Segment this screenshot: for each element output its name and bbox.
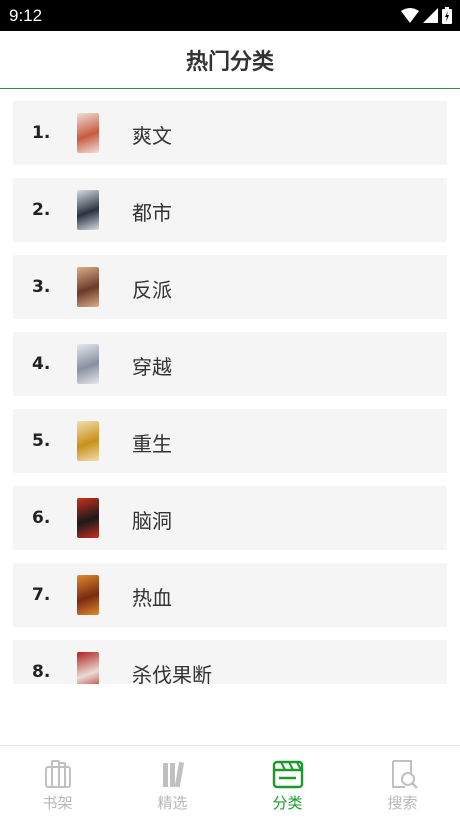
wifi-icon xyxy=(401,8,419,23)
category-cover-image xyxy=(77,190,99,230)
nav-label: 书架 xyxy=(42,794,73,812)
nav-item-search[interactable]: 搜索 xyxy=(345,746,460,819)
category-list[interactable]: 1. 爽文 2. 都市 3. 反派 4. 穿越 5. 重生 6. 脑洞 7. 热… xyxy=(0,90,460,684)
category-rank: 7. xyxy=(32,585,51,605)
battery-icon xyxy=(442,7,452,24)
category-rank: 6. xyxy=(32,508,51,528)
bottom-nav: 书架 精选 分类 搜索 xyxy=(0,745,460,819)
nav-item-bookshelf[interactable]: 书架 xyxy=(0,746,115,819)
nav-label: 搜索 xyxy=(387,794,418,812)
category-name: 重生 xyxy=(132,432,172,456)
category-cover-image xyxy=(77,575,99,615)
category-name: 爽文 xyxy=(132,124,172,148)
page-title: 热门分类 xyxy=(185,49,274,75)
category-item[interactable]: 2. 都市 xyxy=(13,178,447,242)
category-cover-image xyxy=(77,652,99,684)
category-name: 反派 xyxy=(132,278,172,302)
category-cover-image xyxy=(77,344,99,384)
page-header: 热门分类 xyxy=(0,31,460,89)
status-time: 9:12 xyxy=(9,6,43,25)
category-item[interactable]: 7. 热血 xyxy=(13,563,447,627)
bookshelf-icon xyxy=(44,760,71,788)
nav-label: 分类 xyxy=(272,794,303,812)
category-rank: 1. xyxy=(32,123,51,143)
signal-icon xyxy=(423,8,438,23)
category-item[interactable]: 4. 穿越 xyxy=(13,332,447,396)
category-name: 杀伐果断 xyxy=(132,663,212,684)
category-item[interactable]: 5. 重生 xyxy=(13,409,447,473)
category-item[interactable]: 6. 脑洞 xyxy=(13,486,447,550)
books-icon xyxy=(162,761,184,788)
category-item[interactable]: 3. 反派 xyxy=(13,255,447,319)
category-rank: 5. xyxy=(32,431,51,451)
category-cover-image xyxy=(77,267,99,307)
category-name: 都市 xyxy=(132,201,172,225)
status-icons xyxy=(401,7,452,24)
category-name: 穿越 xyxy=(132,355,172,379)
clapper-icon xyxy=(272,760,303,789)
nav-item-featured[interactable]: 精选 xyxy=(115,746,230,819)
nav-item-category[interactable]: 分类 xyxy=(230,746,345,819)
category-rank: 2. xyxy=(32,200,51,220)
category-name: 脑洞 xyxy=(132,509,172,533)
category-name: 热血 xyxy=(132,586,172,610)
category-cover-image xyxy=(77,421,99,461)
nav-label: 精选 xyxy=(157,794,188,812)
search-book-icon xyxy=(391,760,418,789)
category-rank: 4. xyxy=(32,354,51,374)
category-cover-image xyxy=(77,113,99,153)
category-rank: 8. xyxy=(32,662,51,682)
category-rank: 3. xyxy=(32,277,51,297)
status-bar: 9:12 xyxy=(0,0,460,31)
category-item[interactable]: 8. 杀伐果断 xyxy=(13,640,447,684)
category-item[interactable]: 1. 爽文 xyxy=(13,101,447,165)
category-cover-image xyxy=(77,498,99,538)
